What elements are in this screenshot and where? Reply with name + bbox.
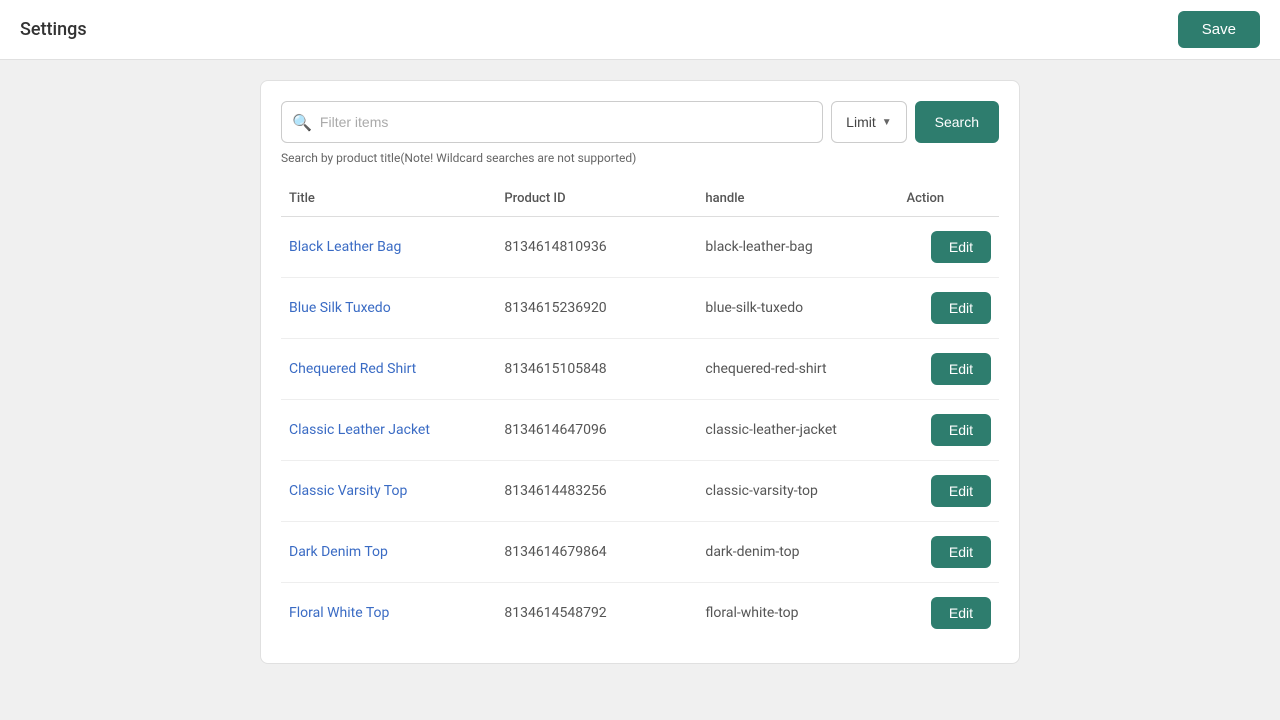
cell-handle: classic-leather-jacket xyxy=(697,400,898,461)
col-header-handle: handle xyxy=(697,181,898,217)
cell-action: Edit xyxy=(898,278,999,339)
edit-button[interactable]: Edit xyxy=(931,597,991,629)
cell-title: Blue Silk Tuxedo xyxy=(281,278,496,339)
col-header-product-id: Product ID xyxy=(496,181,697,217)
table-body: Black Leather Bag8134614810936black-leat… xyxy=(281,217,999,644)
content-card: 🔍 Limit ▼ Search Search by product title… xyxy=(260,80,1020,664)
cell-handle: dark-denim-top xyxy=(697,522,898,583)
col-header-action: Action xyxy=(898,181,999,217)
cell-title: Dark Denim Top xyxy=(281,522,496,583)
page-title: Settings xyxy=(20,19,87,40)
cell-product-id: 8134614647096 xyxy=(496,400,697,461)
cell-action: Edit xyxy=(898,217,999,278)
table-row: Blue Silk Tuxedo8134615236920blue-silk-t… xyxy=(281,278,999,339)
cell-product-id: 8134614548792 xyxy=(496,583,697,644)
cell-handle: chequered-red-shirt xyxy=(697,339,898,400)
table-header: Title Product ID handle Action xyxy=(281,181,999,217)
cell-action: Edit xyxy=(898,583,999,644)
table-row: Classic Varsity Top8134614483256classic-… xyxy=(281,461,999,522)
cell-action: Edit xyxy=(898,461,999,522)
table-header-row: Title Product ID handle Action xyxy=(281,181,999,217)
cell-product-id: 8134615236920 xyxy=(496,278,697,339)
search-hint: Search by product title(Note! Wildcard s… xyxy=(281,151,999,165)
cell-title: Floral White Top xyxy=(281,583,496,644)
cell-product-id: 8134615105848 xyxy=(496,339,697,400)
main-content: 🔍 Limit ▼ Search Search by product title… xyxy=(0,60,1280,720)
edit-button[interactable]: Edit xyxy=(931,536,991,568)
cell-product-id: 8134614679864 xyxy=(496,522,697,583)
search-bar: 🔍 Limit ▼ Search xyxy=(281,101,999,143)
cell-title: Chequered Red Shirt xyxy=(281,339,496,400)
cell-handle: floral-white-top xyxy=(697,583,898,644)
limit-label: Limit xyxy=(846,114,876,130)
edit-button[interactable]: Edit xyxy=(931,292,991,324)
cell-title: Classic Leather Jacket xyxy=(281,400,496,461)
edit-button[interactable]: Edit xyxy=(931,414,991,446)
cell-handle: black-leather-bag xyxy=(697,217,898,278)
search-icon: 🔍 xyxy=(292,113,312,132)
cell-action: Edit xyxy=(898,522,999,583)
search-button[interactable]: Search xyxy=(915,101,999,143)
edit-button[interactable]: Edit xyxy=(931,353,991,385)
products-table: Title Product ID handle Action Black Lea… xyxy=(281,181,999,643)
cell-product-id: 8134614483256 xyxy=(496,461,697,522)
header: Settings Save xyxy=(0,0,1280,60)
cell-handle: classic-varsity-top xyxy=(697,461,898,522)
cell-action: Edit xyxy=(898,339,999,400)
table-row: Black Leather Bag8134614810936black-leat… xyxy=(281,217,999,278)
cell-title: Classic Varsity Top xyxy=(281,461,496,522)
chevron-down-icon: ▼ xyxy=(882,117,892,128)
save-button[interactable]: Save xyxy=(1178,11,1260,48)
edit-button[interactable]: Edit xyxy=(931,475,991,507)
edit-button[interactable]: Edit xyxy=(931,231,991,263)
table-row: Dark Denim Top8134614679864dark-denim-to… xyxy=(281,522,999,583)
table-row: Chequered Red Shirt8134615105848chequere… xyxy=(281,339,999,400)
cell-handle: blue-silk-tuxedo xyxy=(697,278,898,339)
cell-title: Black Leather Bag xyxy=(281,217,496,278)
search-input-wrapper: 🔍 xyxy=(281,101,823,143)
cell-product-id: 8134614810936 xyxy=(496,217,697,278)
table-row: Floral White Top8134614548792floral-whit… xyxy=(281,583,999,644)
limit-button[interactable]: Limit ▼ xyxy=(831,101,906,143)
search-input[interactable] xyxy=(320,114,812,130)
cell-action: Edit xyxy=(898,400,999,461)
col-header-title: Title xyxy=(281,181,496,217)
table-row: Classic Leather Jacket8134614647096class… xyxy=(281,400,999,461)
